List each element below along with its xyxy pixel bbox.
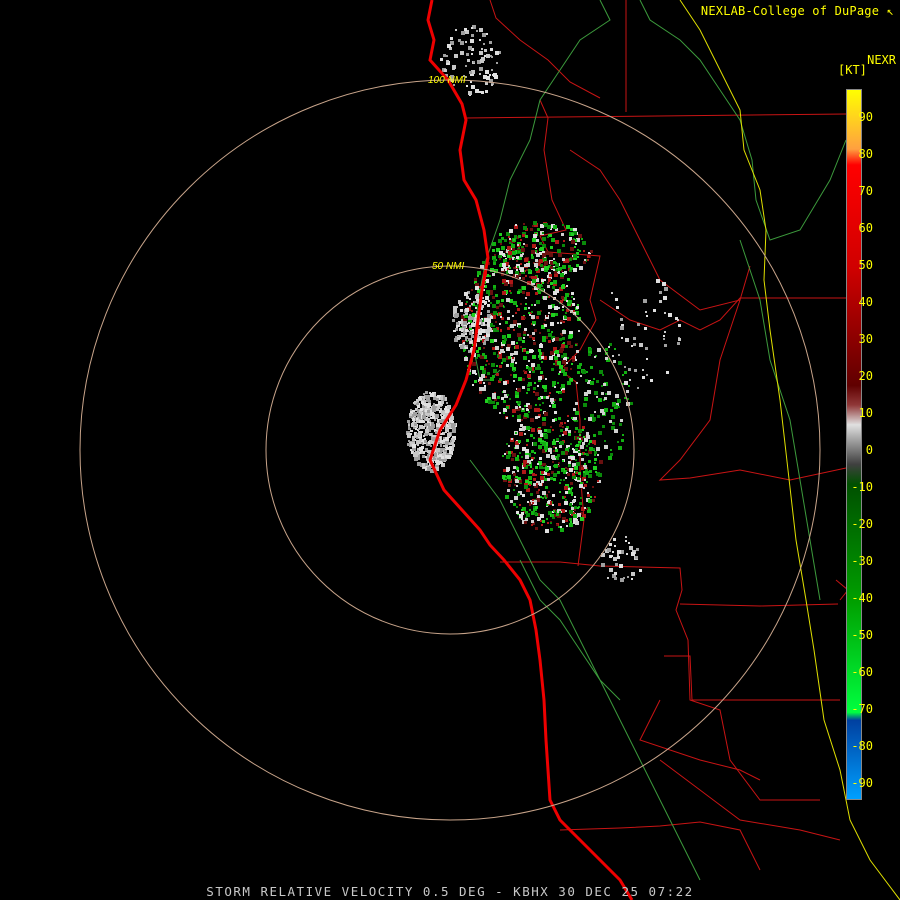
range-label-100: 100 NMI: [428, 75, 466, 86]
colorbar-tick-label: -70: [851, 702, 873, 716]
colorbar-tick-label: 60: [858, 221, 873, 235]
product-label: NEXR: [867, 53, 896, 67]
product-caption: STORM RELATIVE VELOCITY 0.5 DEG - KBHX 3…: [206, 884, 694, 899]
county-line: [489, 0, 601, 99]
coastline-path: [426, 0, 634, 900]
colorbar-tick-label: 70: [858, 184, 873, 198]
colorbar-tick-label: 0: [865, 443, 873, 457]
colorbar-tick-label: -50: [851, 628, 873, 642]
colorbar-tick-label: -40: [851, 591, 873, 605]
colorbar-tick-label: -60: [851, 665, 873, 679]
county-line: [658, 299, 847, 481]
colorbar-tick-label: 50: [858, 258, 873, 272]
county-line: [664, 655, 840, 701]
river: [739, 239, 821, 601]
logo-icon: ↖: [886, 4, 894, 18]
county-line: [465, 113, 847, 119]
county-line: [599, 297, 846, 331]
credit-text: NEXLAB-College of DuPage ↖: [701, 4, 894, 18]
credit-label: NEXLAB-College of DuPage: [700, 4, 880, 18]
county-line: [559, 821, 761, 871]
colorbar-tick-label: -80: [851, 739, 873, 753]
county-line: [569, 149, 751, 311]
radar-map: 50 NMI 100 NMI: [79, 0, 900, 900]
colorbar-tick-label: -20: [851, 517, 873, 531]
colorbar-tick-label: 40: [858, 295, 873, 309]
colorbar-tick-label: 80: [858, 147, 873, 161]
colorbar-tick-label: -10: [851, 480, 873, 494]
colorbar-tick-label: 90: [858, 110, 873, 124]
colorbar-tick-label: -30: [851, 554, 873, 568]
river: [469, 459, 701, 881]
county-line: [639, 699, 761, 781]
colorbar-tick-label: -90: [851, 776, 873, 790]
unit-label: [KT]: [838, 63, 867, 77]
colorbar-tick-label: 10: [858, 406, 873, 420]
colorbar-tick-label: 20: [858, 369, 873, 383]
county-line: [679, 603, 839, 607]
coastline: [426, 0, 634, 900]
river: [473, 0, 611, 381]
county-lines: [465, 0, 849, 871]
river: [639, 0, 847, 241]
range-label-50: 50 NMI: [432, 261, 464, 272]
colorbar-tick-label: 30: [858, 332, 873, 346]
